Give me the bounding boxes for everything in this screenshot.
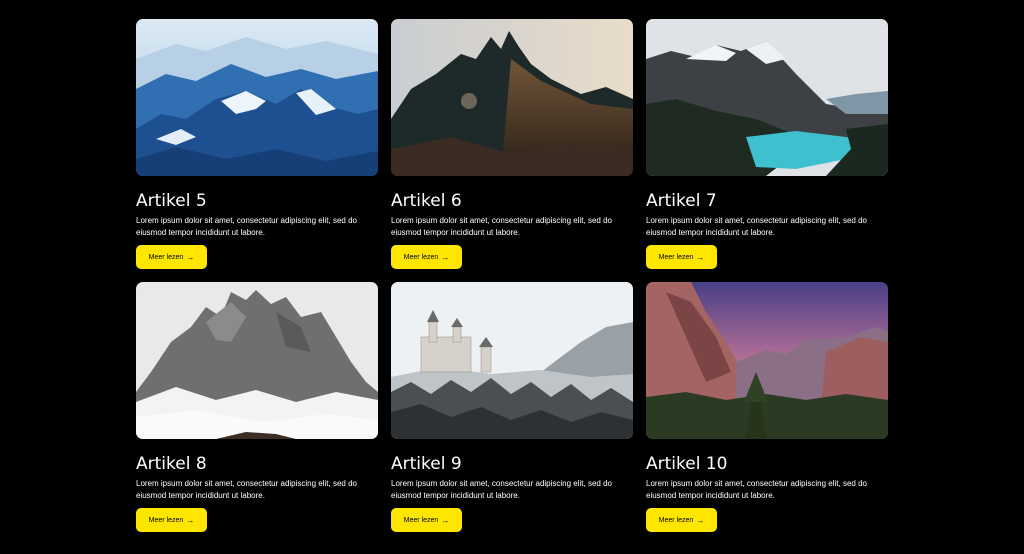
article-image[interactable] <box>136 282 378 439</box>
read-more-button[interactable]: Meer lezen → <box>136 508 207 532</box>
article-excerpt: Lorem ipsum dolor sit amet, consectetur … <box>136 479 357 500</box>
read-more-label: Meer lezen <box>403 253 439 261</box>
article-title: Artikel 8 <box>136 454 207 474</box>
article-image[interactable] <box>646 282 888 439</box>
article-card: Artikel 5 Lorem ipsum dolor sit amet, co… <box>136 19 378 269</box>
article-title: Artikel 9 <box>391 454 462 474</box>
read-more-label: Meer lezen <box>658 516 694 524</box>
article-image[interactable] <box>136 19 378 176</box>
read-more-label: Meer lezen <box>658 253 694 261</box>
snowy-castle-forest-image <box>391 282 633 439</box>
blue-snowy-mountain-range-image <box>136 19 378 176</box>
read-more-label: Meer lezen <box>148 516 184 524</box>
arrow-right-icon: → <box>186 252 195 262</box>
arrow-right-icon: → <box>441 252 450 262</box>
article-excerpt: Lorem ipsum dolor sit amet, consectetur … <box>391 479 612 500</box>
read-more-button[interactable]: Meer lezen → <box>646 245 717 269</box>
article-excerpt: Lorem ipsum dolor sit amet, consectetur … <box>646 479 867 500</box>
article-image[interactable] <box>646 19 888 176</box>
article-card: Artikel 9 Lorem ipsum dolor sit amet, co… <box>391 282 633 532</box>
article-excerpt: Lorem ipsum dolor sit amet, consectetur … <box>136 216 357 237</box>
article-excerpt: Lorem ipsum dolor sit amet, consectetur … <box>646 216 867 237</box>
article-image[interactable] <box>391 282 633 439</box>
article-title: Artikel 7 <box>646 191 717 211</box>
article-card: Artikel 6 Lorem ipsum dolor sit amet, co… <box>391 19 633 269</box>
read-more-button[interactable]: Meer lezen → <box>136 245 207 269</box>
read-more-label: Meer lezen <box>148 253 184 261</box>
arrow-right-icon: → <box>186 515 195 525</box>
article-title: Artikel 5 <box>136 191 207 211</box>
article-title: Artikel 6 <box>391 191 462 211</box>
dark-jagged-peaks-sunset-image <box>391 19 633 176</box>
read-more-button[interactable]: Meer lezen → <box>391 508 462 532</box>
arrow-right-icon: → <box>441 515 450 525</box>
article-card: Artikel 8 Lorem ipsum dolor sit amet, co… <box>136 282 378 532</box>
arrow-right-icon: → <box>696 252 705 262</box>
article-card: Artikel 10 Lorem ipsum dolor sit amet, c… <box>646 282 888 532</box>
arrow-right-icon: → <box>696 515 705 525</box>
turquoise-mountain-lake-image <box>646 19 888 176</box>
misty-rocky-peak-image <box>136 282 378 439</box>
article-excerpt: Lorem ipsum dolor sit amet, consectetur … <box>391 216 612 237</box>
read-more-button[interactable]: Meer lezen → <box>391 245 462 269</box>
article-grid: Artikel 5 Lorem ipsum dolor sit amet, co… <box>136 19 888 532</box>
read-more-button[interactable]: Meer lezen → <box>646 508 717 532</box>
read-more-label: Meer lezen <box>403 516 439 524</box>
article-card: Artikel 7 Lorem ipsum dolor sit amet, co… <box>646 19 888 269</box>
article-title: Artikel 10 <box>646 454 728 474</box>
page: Artikel 5 Lorem ipsum dolor sit amet, co… <box>0 0 1024 554</box>
valley-cliffs-pink-sky-image <box>646 282 888 439</box>
article-image[interactable] <box>391 19 633 176</box>
